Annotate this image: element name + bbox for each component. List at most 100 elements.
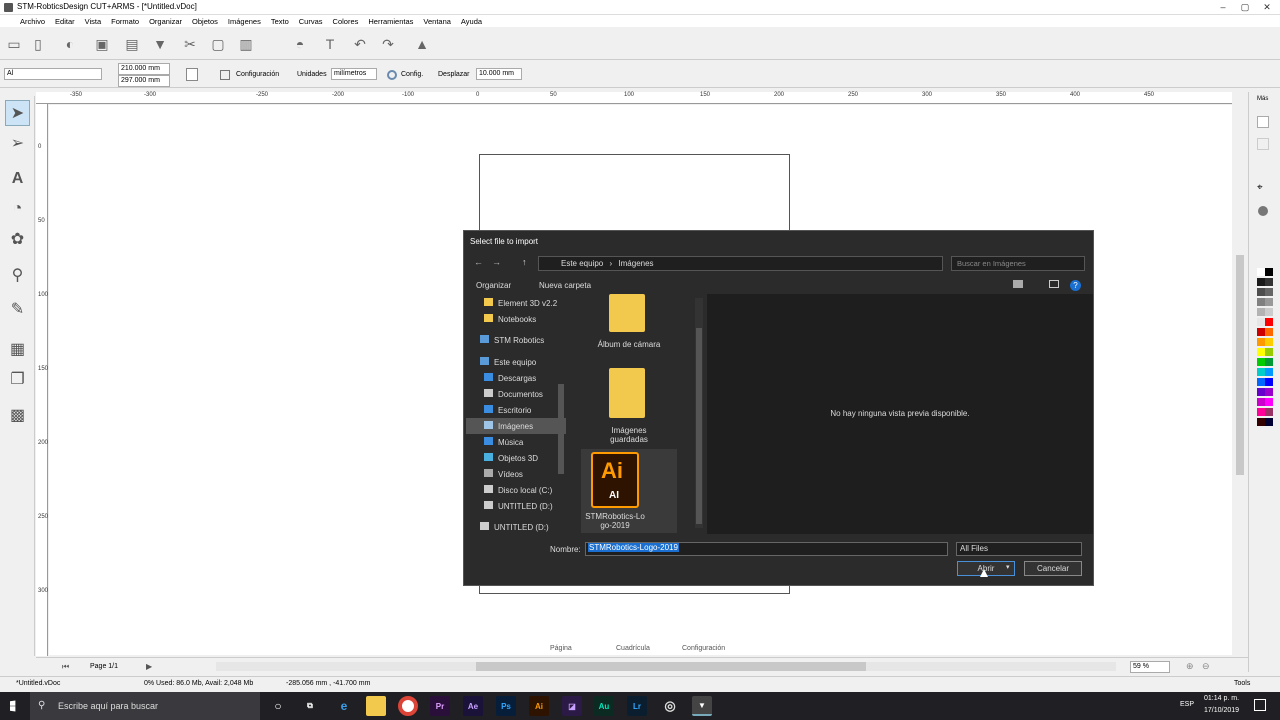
more-button[interactable]: Más [1257,96,1268,102]
obs-icon[interactable]: ◎ [660,696,680,716]
color-swatch[interactable] [1265,388,1273,396]
new-icon[interactable]: ▭ [4,34,24,54]
color-swatch[interactable] [1257,348,1265,356]
chrome-icon[interactable] [398,696,418,716]
language-indicator[interactable]: ESP [1180,701,1194,708]
view-options-icon[interactable] [1013,280,1023,288]
vertical-scrollbar[interactable] [1233,105,1247,655]
color-swatch[interactable] [1265,328,1273,336]
color-swatch[interactable] [1257,328,1265,336]
media-encoder-icon[interactable]: ◪ [562,696,582,716]
color-swatch[interactable] [1265,268,1273,276]
menu-ventana[interactable]: Ventana [423,17,451,26]
close-button[interactable]: ✕ [1258,0,1276,15]
task-view-icon[interactable]: ⧉ [300,696,320,716]
up-arrow-icon[interactable]: ↑ [522,257,527,267]
taskbar-search[interactable]: Escribe aquí para buscar [30,692,260,720]
color-swatch[interactable] [1265,278,1273,286]
nav-item-stm-robotics[interactable]: STM Robotics [480,335,544,345]
font-select[interactable]: Al [4,68,102,80]
edge-icon[interactable]: e [334,696,354,716]
cut-icon[interactable]: ✂ [180,34,200,54]
photoshop-icon[interactable]: Ps [496,696,516,716]
windows-start-icon[interactable] [10,700,16,712]
menu-organizar[interactable]: Organizar [149,17,182,26]
help-icon[interactable]: ? [1070,280,1081,291]
cut-plotter-icon[interactable]: ▼ [150,34,170,54]
file-item-logo-selected[interactable]: Ai AI STMRobotics-Logo-2019 [581,449,677,533]
config2-button[interactable]: Config. [401,71,423,78]
color-swatch[interactable] [1265,418,1273,426]
nav-item-musica[interactable]: Música [484,437,523,447]
clock-time[interactable]: 01:14 p. m. [1204,695,1239,702]
color-swatch[interactable] [1257,278,1265,286]
copy-icon[interactable]: ▢ [208,34,228,54]
select-tool-icon[interactable]: ➤ [5,100,30,126]
preview-pane-icon[interactable] [1049,280,1059,288]
circle-icon[interactable] [1258,206,1268,216]
file-item-guardadas[interactable]: Imágenes guardadas [594,368,694,448]
color-swatch[interactable] [1265,288,1273,296]
horizontal-scrollbar[interactable] [216,662,1116,671]
height-field[interactable]: 297.000 mm [118,75,170,87]
notifications-icon[interactable] [1254,699,1266,711]
color-swatch[interactable] [1265,308,1273,316]
menu-ayuda[interactable]: Ayuda [461,17,482,26]
open-icon[interactable]: ▯ [28,34,48,54]
illustrator-icon[interactable]: Ai [529,696,549,716]
menu-curvas[interactable]: Curvas [299,17,323,26]
premiere-icon[interactable]: Pr [430,696,450,716]
nav-item-videos[interactable]: Vídeos [484,469,523,479]
width-field[interactable]: 210.000 mm [118,63,170,75]
scroll-thumb[interactable] [696,328,702,524]
menu-colores[interactable]: Colores [333,17,359,26]
cancel-button[interactable]: Cancelar [1024,561,1082,576]
after-effects-icon[interactable]: Ae [463,696,483,716]
copy-tool-icon[interactable]: ❐ [5,366,30,392]
zoom-in-icon[interactable]: ⊕ [1186,661,1194,672]
undo-icon[interactable]: ↶ [350,34,370,54]
next-page-button[interactable]: ▶ [146,662,152,671]
color-swatch[interactable] [1257,418,1265,426]
color-swatch[interactable] [1265,348,1273,356]
fill-icon[interactable] [1257,138,1269,150]
color-swatch[interactable] [1265,318,1273,326]
color-swatch[interactable] [1257,288,1265,296]
nav-item-documentos[interactable]: Documentos [484,389,543,399]
first-page-button[interactable]: ⏮ [62,662,69,672]
color-swatch[interactable] [1265,398,1273,406]
cortana-icon[interactable]: ○ [268,696,288,716]
print-icon[interactable]: ▤ [122,34,142,54]
menu-vista[interactable]: Vista [85,17,102,26]
nav-item-untitled-d[interactable]: UNTITLED (D:) [484,501,553,511]
zoom-out-icon[interactable]: ⊖ [1202,661,1210,672]
color-swatch[interactable] [1257,338,1265,346]
filetype-select[interactable]: All Files [956,542,1082,556]
maximize-button[interactable]: ▢ [1236,0,1254,15]
filename-input[interactable]: STMRobotics-Logo-2019 [585,542,948,556]
color-swatch[interactable] [1257,388,1265,396]
color-swatch[interactable] [1265,368,1273,376]
address-bar[interactable]: Este equipo › Imágenes [538,256,943,271]
color-swatch[interactable] [1257,318,1265,326]
color-swatch[interactable] [1257,308,1265,316]
nav-item-este-equipo[interactable]: Este equipo [480,357,536,367]
nav-item-disco-c[interactable]: Disco local (C:) [484,485,552,495]
menu-editar[interactable]: Editar [55,17,75,26]
color-swatch[interactable] [1265,298,1273,306]
menu-formato[interactable]: Formato [111,17,139,26]
pen-tool-icon[interactable]: ✎ [5,296,30,322]
color-swatch[interactable] [1257,368,1265,376]
organize-button[interactable]: Organizar [476,281,511,290]
menu-herramientas[interactable]: Herramientas [368,17,413,26]
scroll-thumb[interactable] [1236,255,1244,475]
color-swatch[interactable] [1265,408,1273,416]
trace-tool-icon[interactable]: ✿ [5,226,30,252]
breadcrumb-este-equipo[interactable]: Este equipo [561,259,603,268]
color-swatch[interactable] [1265,358,1273,366]
color-swatch[interactable] [1257,268,1265,276]
nav-item-untitled-d-root[interactable]: UNTITLED (D:) [480,522,549,532]
menu-archivo[interactable]: Archivo [20,17,45,26]
scroll-thumb[interactable] [476,662,866,671]
config-button[interactable]: Configuración [236,71,279,78]
